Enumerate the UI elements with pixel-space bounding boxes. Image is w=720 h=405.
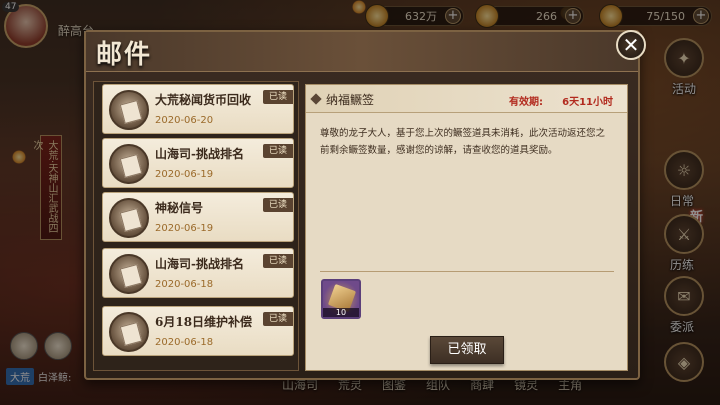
panel-header: 邮件: [86, 32, 638, 72]
read-badge: 已读: [263, 198, 293, 212]
mail-envelope-icon: [109, 198, 149, 238]
reward-count: 10: [323, 308, 359, 317]
mail-title: 山海司-挑战排名: [155, 257, 244, 271]
mail-title: 神秘信号: [155, 201, 204, 215]
mail-item[interactable]: 山海司-挑战排名 2020-06-19 已读: [102, 138, 294, 188]
detail-body: 尊敬的龙子大人，基于您上次的鳜签道具未消耗，此次活动返还您之前剩余鳜签数量，感谢…: [320, 128, 606, 156]
divider: [320, 271, 614, 272]
close-button[interactable]: ✕: [616, 30, 646, 60]
mail-date: 2020-06-18: [155, 279, 214, 290]
mail-item[interactable]: 大荒秘闻货币回收 2020-06-20 已读: [102, 84, 294, 134]
detail-header: 纳福鳜签 有效期: 6天11小时: [306, 85, 627, 113]
expire-value: 6天11小时: [562, 97, 613, 108]
diamond-icon: [310, 93, 322, 105]
mail-date: 2020-06-19: [155, 223, 214, 234]
read-badge: 已读: [263, 312, 293, 326]
mail-item[interactable]: 6月18日维护补偿 2020-06-18 已读: [102, 306, 294, 356]
detail-title: 纳福鳜签: [326, 93, 375, 107]
mail-list[interactable]: 大荒秘闻货币回收 2020-06-20 已读 山海司-挑战排名 2020-06-…: [93, 81, 299, 371]
mail-envelope-icon: [109, 144, 149, 184]
mail-title: 大荒秘闻货币回收: [155, 93, 252, 107]
panel-title: 邮件: [96, 40, 153, 70]
mail-item[interactable]: 山海司-挑战排名 2020-06-18 已读: [102, 248, 294, 298]
mail-title: 山海司-挑战排名: [155, 147, 244, 161]
mail-date: 2020-06-20: [155, 115, 214, 126]
mail-date: 2020-06-19: [155, 169, 214, 180]
reward-item[interactable]: 10: [321, 279, 361, 319]
mail-title: 6月18日维护补偿: [155, 315, 253, 329]
mail-detail: 纳福鳜签 有效期: 6天11小时 尊敬的龙子大人，基于您上次的鳜签道具未消耗，此…: [305, 84, 628, 371]
claimed-button[interactable]: 已领取: [430, 336, 504, 364]
mail-date: 2020-06-18: [155, 337, 214, 348]
close-icon: ✕: [622, 33, 640, 57]
read-badge: 已读: [263, 254, 293, 268]
read-badge: 已读: [263, 144, 293, 158]
mail-item[interactable]: 神秘信号 2020-06-19 已读: [102, 192, 294, 242]
expire-label: 有效期:: [509, 97, 543, 108]
read-badge: 已读: [263, 90, 293, 104]
mail-envelope-icon: [109, 254, 149, 294]
mail-envelope-icon: [109, 90, 149, 130]
mail-envelope-icon: [109, 312, 149, 352]
